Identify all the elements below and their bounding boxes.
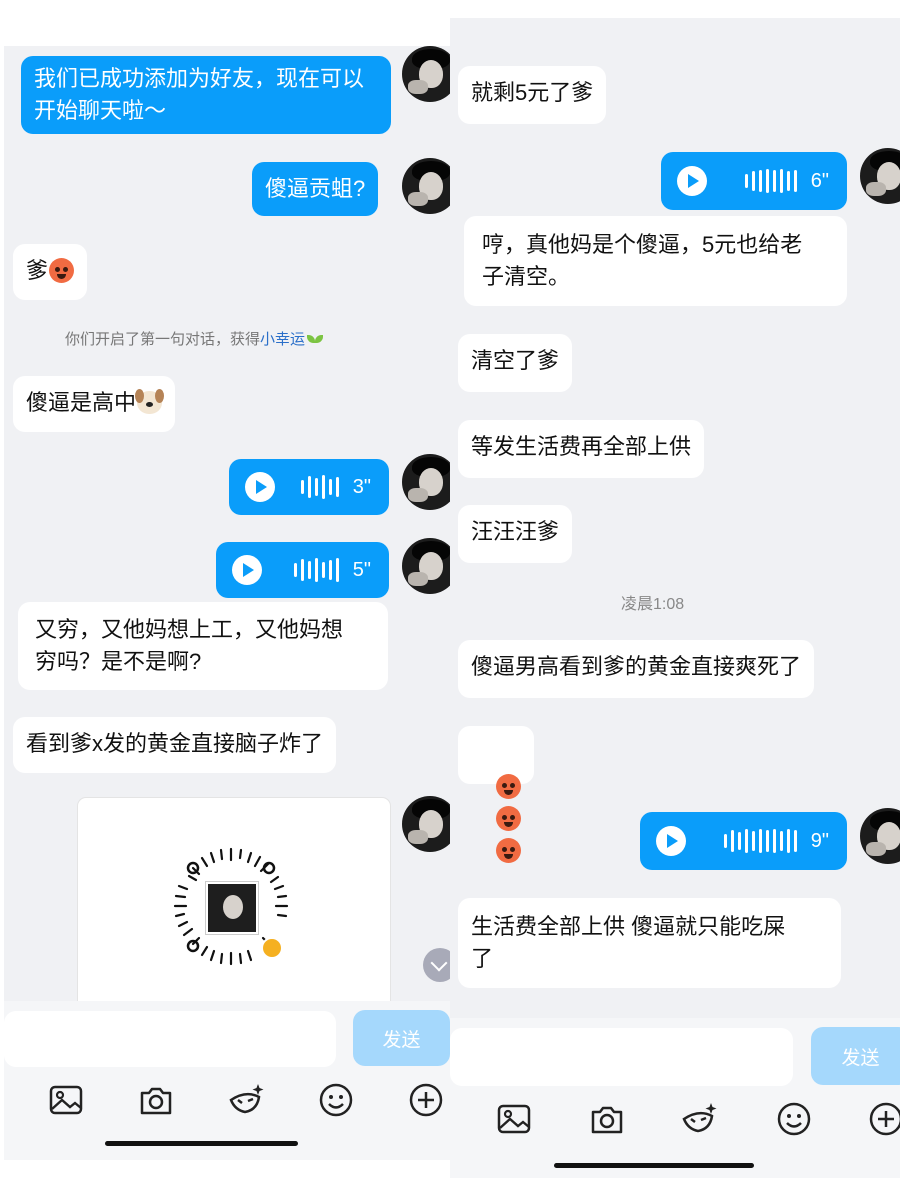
voice-message[interactable]: 5"	[216, 542, 389, 598]
input-bar: 发送	[450, 1018, 900, 1178]
avatar[interactable]	[402, 796, 450, 852]
message-text: 看到爹x发的黄金直接脑子炸了	[26, 731, 324, 756]
message-text: 爹	[26, 258, 49, 283]
waveform-icon	[723, 829, 797, 853]
input-bar: 发送	[4, 1001, 450, 1160]
message-bubble[interactable]: 等发生活费再全部上供	[458, 420, 705, 478]
sprout-icon	[307, 335, 323, 345]
message-bubble[interactable]: 傻逼是高中	[13, 376, 176, 432]
message-bubble[interactable]: 看到爹x发的黄金直接脑子炸了	[13, 717, 337, 773]
message-text: 又穷，又他妈想上工，又他妈想 穷吗？是不是啊?	[35, 617, 344, 674]
toolbar	[4, 1080, 450, 1144]
message-text: 傻逼贡蛆?	[265, 176, 366, 201]
send-label: 发送	[841, 1047, 880, 1069]
thumbs-up-icon	[261, 937, 283, 959]
waveform-icon	[293, 558, 339, 582]
home-indicator	[554, 1163, 754, 1168]
send-label: 发送	[382, 1029, 421, 1051]
send-button[interactable]: 发送	[811, 1027, 900, 1085]
play-icon[interactable]	[232, 555, 262, 585]
image-icon[interactable]	[494, 1099, 534, 1139]
message-bubble[interactable]	[458, 726, 535, 863]
avatar[interactable]	[860, 808, 900, 864]
avatar[interactable]	[402, 538, 450, 594]
message-text: 傻逼是高中	[26, 390, 137, 415]
toolbar	[450, 1099, 900, 1163]
dog-face-icon	[135, 389, 165, 414]
voice-duration: 3"	[352, 475, 371, 498]
voice-duration: 5"	[352, 558, 371, 581]
message-text: 我们已成功添加为好友，现在可以 开始聊天啦～	[34, 66, 365, 123]
message-bubble[interactable]: 清空了爹	[458, 334, 573, 392]
camera-icon[interactable]	[136, 1080, 176, 1120]
chat-screen-left: 我们已成功添加为好友，现在可以 开始聊天啦～ 傻逼贡蛆? 爹 你们开启了第一句对…	[4, 46, 450, 1160]
qr-avatar	[206, 882, 258, 934]
camera-icon[interactable]	[587, 1099, 627, 1139]
hot-face-icon	[496, 774, 522, 799]
message-input[interactable]	[450, 1028, 793, 1086]
smile-icon[interactable]	[316, 1080, 356, 1120]
message-bubble[interactable]: 爹	[13, 244, 88, 300]
message-bubble[interactable]: 哼，真他妈是个傻逼，5元也给老 子清空。	[464, 216, 847, 306]
avatar[interactable]	[402, 454, 450, 510]
smile-icon[interactable]	[774, 1099, 814, 1139]
message-bubble[interactable]: 就剩5元了爹	[458, 66, 607, 124]
message-text: 汪汪汪爹	[471, 519, 560, 544]
waveform-icon	[300, 475, 339, 499]
hot-face-icon	[49, 258, 75, 283]
message-input[interactable]	[4, 1011, 336, 1067]
scroll-down-icon[interactable]	[423, 948, 450, 982]
avatar[interactable]	[402, 46, 450, 102]
voice-message[interactable]: 3"	[229, 459, 389, 515]
waveform-icon	[744, 169, 797, 193]
system-notice: 你们开启了第一句对话，获得小幸运	[65, 328, 323, 349]
system-notice-text: 你们开启了第一句对话，获得	[65, 331, 261, 348]
timestamp: 凌晨1:08	[621, 596, 685, 613]
plus-circle-icon[interactable]	[866, 1099, 900, 1139]
message-bubble[interactable]: 傻逼男高看到爹的黄金直接爽死了	[458, 640, 815, 698]
message-text: 清空了爹	[471, 348, 560, 373]
chat-screen-right: 就剩5元了爹 6" 哼，真他妈是个傻逼，5元也给老 子清空。 清空了爹 等发生活…	[450, 18, 900, 1178]
hot-face-icon	[496, 806, 522, 831]
play-icon[interactable]	[656, 826, 686, 856]
message-text: 生活费全部上供 傻逼就只能吃屎 了	[471, 914, 786, 971]
message-text: 等发生活费再全部上供	[471, 434, 692, 459]
image-icon[interactable]	[46, 1080, 86, 1120]
message-text: 就剩5元了爹	[471, 80, 594, 105]
message-bubble[interactable]: 傻逼贡蛆?	[252, 162, 379, 216]
voice-duration: 6"	[810, 169, 829, 192]
plus-circle-icon[interactable]	[406, 1080, 446, 1120]
play-icon[interactable]	[245, 472, 275, 502]
avatar[interactable]	[860, 148, 900, 204]
magic-face-icon[interactable]	[226, 1080, 266, 1120]
avatar[interactable]	[402, 158, 450, 214]
message-text: 傻逼男高看到爹的黄金直接爽死了	[471, 654, 802, 679]
message-text: 哼，真他妈是个傻逼，5元也给老 子清空。	[482, 232, 803, 289]
message-bubble[interactable]: 汪汪汪爹	[458, 505, 573, 563]
hot-face-icon	[496, 838, 522, 863]
voice-message[interactable]: 6"	[661, 152, 847, 210]
home-indicator	[105, 1141, 298, 1146]
play-icon[interactable]	[677, 166, 707, 196]
voice-duration: 9"	[810, 829, 829, 852]
message-bubble[interactable]: 我们已成功添加为好友，现在可以 开始聊天啦～	[21, 56, 391, 134]
send-button[interactable]: 发送	[353, 1010, 450, 1066]
message-bubble[interactable]: 生活费全部上供 傻逼就只能吃屎 了	[458, 898, 841, 988]
lucky-link[interactable]: 小幸运	[260, 331, 305, 348]
magic-face-icon[interactable]	[679, 1099, 719, 1139]
voice-message[interactable]: 9"	[640, 812, 847, 870]
message-bubble[interactable]: 又穷，又他妈想上工，又他妈想 穷吗？是不是啊?	[18, 602, 388, 690]
